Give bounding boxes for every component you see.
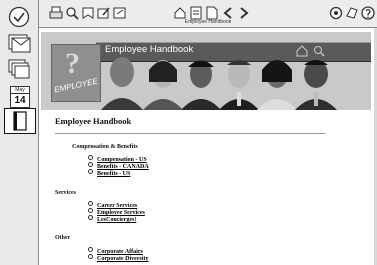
- employee-photo: [101, 57, 143, 110]
- list-item: Employee Services: [88, 208, 145, 216]
- bullet-icon: [88, 162, 93, 167]
- bullet-icon: [88, 169, 93, 174]
- page-caption: Employee Handbook: [184, 19, 232, 25]
- mail-icon[interactable]: [7, 32, 31, 54]
- bullet-icon: [88, 155, 93, 160]
- compose-icon[interactable]: [97, 6, 111, 20]
- calendar-day: 14: [14, 95, 26, 106]
- employee-photo: [219, 60, 259, 110]
- bullet-icon: [88, 208, 93, 213]
- document-icon[interactable]: [205, 6, 219, 20]
- list-item: Corporate Affairs: [88, 247, 148, 255]
- home-icon[interactable]: [173, 6, 187, 20]
- employee-photo: [295, 60, 337, 110]
- top-toolbar: Employee Handbook: [39, 0, 377, 28]
- stacked-documents-icon[interactable]: [7, 58, 31, 80]
- list-item: Benefits - CANADA: [88, 162, 149, 170]
- link-list: Compensation - US Benefits - CANADA Bene…: [88, 155, 149, 177]
- link-corporate-diversity[interactable]: Corporate Diversity: [97, 256, 148, 262]
- book-icon[interactable]: [4, 108, 36, 134]
- link-lesconcierges[interactable]: LesConcierges!: [97, 217, 136, 223]
- edit-icon[interactable]: [113, 6, 127, 20]
- employee-logo: ? EMPLOYEE: [51, 44, 101, 102]
- section-heading: Services: [55, 190, 76, 196]
- left-rail: May 14: [0, 0, 39, 265]
- back-arrow-icon[interactable]: [221, 6, 235, 20]
- bullet-icon: [88, 254, 93, 259]
- forward-arrow-icon[interactable]: [237, 6, 251, 20]
- bullet-icon: [88, 215, 93, 220]
- help-icon[interactable]: [361, 6, 375, 20]
- settings-icon[interactable]: [329, 6, 343, 20]
- calendar-month: May: [11, 87, 29, 94]
- handbook-banner: Employee Handbook ? EMPLOYEE: [41, 32, 371, 110]
- link-benefits-us[interactable]: Benefits - US: [97, 171, 130, 177]
- bullet-icon: [88, 247, 93, 252]
- page-icon[interactable]: [189, 6, 203, 20]
- print-icon[interactable]: [49, 6, 63, 20]
- employee-photo: [181, 60, 221, 110]
- list-item: Career Services: [88, 201, 145, 209]
- bullet-icon: [88, 201, 93, 206]
- employee-photo: [257, 60, 297, 110]
- content-area: Employee Handbook ? EMPLOYEE Employee Ha…: [39, 28, 377, 265]
- bookmark-icon[interactable]: [81, 6, 95, 20]
- list-item: LesConcierges!: [88, 215, 145, 223]
- list-item: Compensation - US: [88, 155, 149, 163]
- section-heading: Compensation & Benefits: [72, 144, 138, 150]
- page-title: Employee Handbook: [55, 116, 132, 126]
- check-circle-icon[interactable]: [7, 6, 31, 28]
- calendar-icon[interactable]: May 14: [10, 86, 30, 108]
- link-list: Career Services Employee Services LesCon…: [88, 201, 145, 223]
- employee-photo: [143, 60, 183, 110]
- search-icon[interactable]: [65, 6, 79, 20]
- section-heading: Other: [55, 235, 71, 241]
- list-item: Benefits - US: [88, 169, 149, 177]
- link-list: Corporate Affairs Corporate Diversity: [88, 247, 148, 262]
- list-item: Corporate Diversity: [88, 254, 148, 262]
- palette-icon[interactable]: [345, 6, 359, 20]
- divider: [55, 133, 325, 134]
